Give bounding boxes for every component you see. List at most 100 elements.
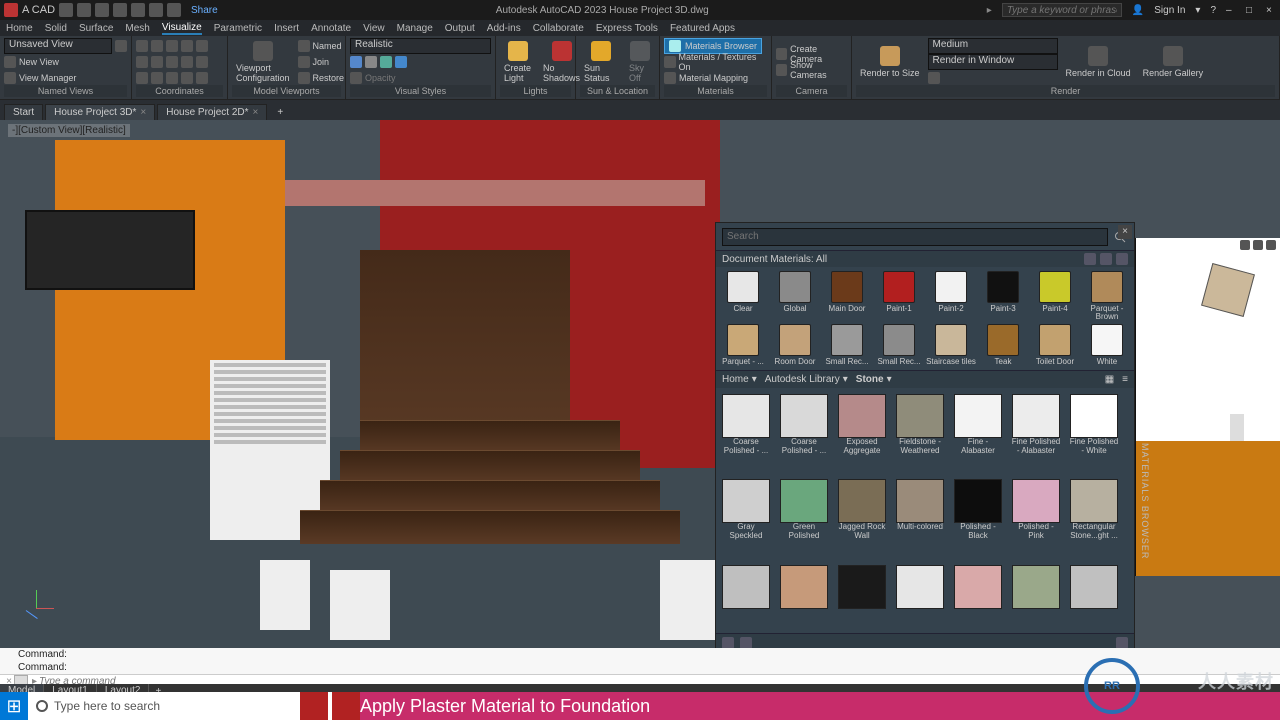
show-cameras-icon[interactable] <box>776 64 787 76</box>
menu-visualize[interactable]: Visualize <box>162 22 202 35</box>
doc-material-item[interactable]: Paint-3 <box>978 271 1028 322</box>
ucs-icon[interactable] <box>18 590 58 630</box>
menu-insert[interactable]: Insert <box>274 23 299 34</box>
render-to-size-button[interactable]: Render to Size <box>856 44 924 80</box>
ucs15-icon[interactable] <box>196 72 208 84</box>
sphere1-icon[interactable] <box>350 56 362 68</box>
xray-icon[interactable] <box>350 72 362 84</box>
sphere4-icon[interactable] <box>395 56 407 68</box>
library-material-item[interactable]: Jagged Rock Wall <box>836 479 888 558</box>
materials-textures-icon[interactable] <box>664 56 676 68</box>
render-in-window-button[interactable]: Render in Window <box>928 54 1058 70</box>
mb-sort-icon[interactable] <box>1116 253 1128 265</box>
doc-material-item[interactable]: Global <box>770 271 820 322</box>
share-link[interactable]: Share <box>191 5 218 16</box>
library-material-item[interactable]: Fine - Alabaster <box>952 394 1004 473</box>
qa-open-icon[interactable] <box>77 3 91 17</box>
menu-featuredapps[interactable]: Featured Apps <box>670 23 735 34</box>
library-material-item[interactable]: Polished - Pink <box>1010 479 1062 558</box>
close-icon[interactable]: × <box>253 107 259 118</box>
menu-view[interactable]: View <box>363 23 385 34</box>
window-restore-icon[interactable]: □ <box>1246 5 1256 15</box>
material-mapping-icon[interactable] <box>664 72 676 84</box>
menu-manage[interactable]: Manage <box>397 23 433 34</box>
ucs10-icon[interactable] <box>196 56 208 68</box>
mb-thumb-icon[interactable] <box>1084 253 1096 265</box>
ucs7-icon[interactable] <box>151 56 163 68</box>
ucs14-icon[interactable] <box>181 72 193 84</box>
ucs4-icon[interactable] <box>181 40 193 52</box>
signin-icon[interactable]: 👤 <box>1132 5 1144 16</box>
ucs8-icon[interactable] <box>166 56 178 68</box>
ucs3-icon[interactable] <box>166 40 178 52</box>
doc-material-item[interactable]: Paint-1 <box>874 271 924 322</box>
library-material-item[interactable]: Multi-colored <box>894 479 946 558</box>
library-material-item[interactable] <box>1068 565 1120 627</box>
ucs6-icon[interactable] <box>136 56 148 68</box>
ucs2-icon[interactable] <box>151 40 163 52</box>
qa-new-icon[interactable] <box>59 3 73 17</box>
window-close-icon[interactable]: × <box>1266 5 1276 15</box>
create-light-button[interactable]: Create Light <box>500 39 535 85</box>
qa-undo-icon[interactable] <box>131 3 145 17</box>
vp-close-icon[interactable] <box>1266 240 1276 250</box>
taskbar-app-2-icon[interactable] <box>332 692 360 720</box>
taskbar-app-1-icon[interactable] <box>300 692 328 720</box>
new-view-icon[interactable] <box>4 56 16 68</box>
create-camera-icon[interactable] <box>776 48 787 60</box>
menu-expresstools[interactable]: Express Tools <box>596 23 658 34</box>
doc-material-item[interactable]: Small Rec... <box>874 324 924 366</box>
doc-material-item[interactable]: Staircase tiles <box>926 324 976 366</box>
doc-material-item[interactable]: Parquet - Brown <box>1082 271 1132 322</box>
menu-annotate[interactable]: Annotate <box>311 23 351 34</box>
mb-more-icon[interactable] <box>1116 637 1128 649</box>
mb-thumb2-icon[interactable]: ▦ <box>1105 374 1114 385</box>
app-store-icon[interactable]: ▾ <box>1195 5 1200 16</box>
library-material-item[interactable] <box>894 565 946 627</box>
panel-close-icon[interactable]: × <box>1118 225 1132 239</box>
library-material-item[interactable]: Coarse Polished - ... <box>720 394 772 473</box>
menu-mesh[interactable]: Mesh <box>125 23 149 34</box>
doc-material-item[interactable]: Room Door <box>770 324 820 366</box>
ucs11-icon[interactable] <box>136 72 148 84</box>
doc-material-item[interactable]: Toilet Door <box>1030 324 1080 366</box>
doc-material-item[interactable]: White <box>1082 324 1132 366</box>
chevron-down-icon[interactable] <box>115 40 127 52</box>
viewport-config-button[interactable]: Viewport Configuration <box>232 39 294 85</box>
close-icon[interactable]: × <box>140 107 146 118</box>
mb-open-icon[interactable] <box>722 637 734 649</box>
ucs-icon[interactable] <box>136 40 148 52</box>
ucs5-icon[interactable] <box>196 40 208 52</box>
render-env-icon[interactable] <box>928 72 940 84</box>
mb-home-button[interactable]: Home▾ <box>722 374 757 385</box>
qa-redo-icon[interactable] <box>149 3 163 17</box>
menu-addins[interactable]: Add-ins <box>487 23 521 34</box>
view-manager-label[interactable]: View Manager <box>19 73 76 83</box>
menu-surface[interactable]: Surface <box>79 23 113 34</box>
library-material-item[interactable] <box>952 565 1004 627</box>
ucs13-icon[interactable] <box>166 72 178 84</box>
mb-search-input[interactable] <box>722 228 1108 246</box>
tab-start[interactable]: Start <box>4 104 43 120</box>
library-material-item[interactable]: Exposed Aggregate <box>836 394 888 473</box>
signin-label[interactable]: Sign In <box>1154 5 1185 16</box>
library-material-item[interactable] <box>720 565 772 627</box>
tab-add-button[interactable]: + <box>269 105 291 120</box>
qa-save-icon[interactable] <box>95 3 109 17</box>
window-minimize-icon[interactable]: – <box>1226 5 1236 15</box>
mb-library-button[interactable]: Autodesk Library▾ <box>765 374 848 385</box>
vp-min-icon[interactable] <box>1240 240 1250 250</box>
library-material-item[interactable] <box>1010 565 1062 627</box>
doc-material-item[interactable]: Parquet - ... <box>718 324 768 366</box>
library-material-item[interactable]: Fine Polished - White <box>1068 394 1120 473</box>
doc-material-item[interactable]: Teak <box>978 324 1028 366</box>
menu-output[interactable]: Output <box>445 23 475 34</box>
tab-doc-1[interactable]: House Project 2D*× <box>157 104 267 120</box>
windows-start-icon[interactable]: ⊞ <box>0 692 28 720</box>
library-material-item[interactable]: Fieldstone - Weathered <box>894 394 946 473</box>
view-manager-icon[interactable] <box>4 72 16 84</box>
render-quality-select[interactable]: Medium <box>928 38 1058 54</box>
doc-material-item[interactable]: Main Door <box>822 271 872 322</box>
doc-material-item[interactable]: Small Rec... <box>822 324 872 366</box>
sun-status-button[interactable]: Sun Status <box>580 39 621 85</box>
